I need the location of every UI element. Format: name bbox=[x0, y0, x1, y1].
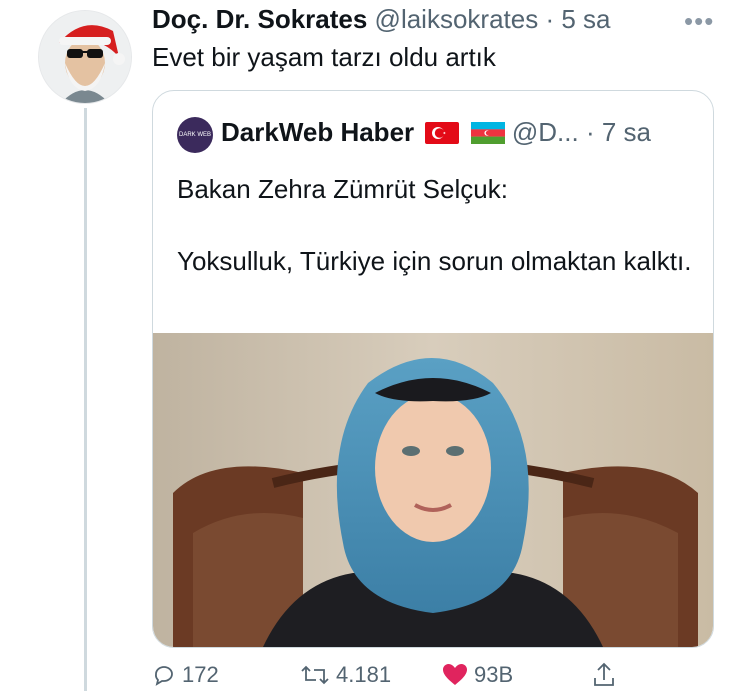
tweet-actions: 172 4.181 93B bbox=[152, 662, 712, 692]
like-count: 93B bbox=[474, 662, 514, 687]
author-avatar[interactable] bbox=[38, 10, 132, 104]
quoted-separator-dot: · bbox=[585, 117, 595, 147]
more-options-icon[interactable]: ••• bbox=[684, 6, 714, 37]
tweet-time[interactable]: 5 sa bbox=[561, 4, 610, 34]
tweet-text: Evet bir yaşam tarzı oldu artık bbox=[152, 42, 496, 72]
reply-icon bbox=[155, 666, 173, 686]
author-handle[interactable]: @laiksokrates bbox=[375, 4, 539, 34]
thread-line bbox=[84, 108, 87, 691]
separator-dot: · bbox=[545, 4, 555, 34]
share-action[interactable] bbox=[592, 662, 616, 688]
retweet-action[interactable]: 4.181 bbox=[300, 662, 391, 688]
quoted-tweet-header: DarkWeb Haber @D... · 7 sa bbox=[221, 117, 651, 148]
share-icon bbox=[594, 662, 614, 686]
santa-sokrates-avatar-icon bbox=[39, 11, 131, 103]
reply-action[interactable]: 172 bbox=[152, 662, 219, 688]
retweet-icon bbox=[301, 665, 329, 685]
like-icon bbox=[443, 664, 467, 685]
turkey-flag-icon bbox=[425, 122, 460, 144]
azerbaijan-flag-icon bbox=[470, 122, 505, 144]
quoted-author-name[interactable]: DarkWeb Haber bbox=[221, 117, 414, 147]
quoted-tweet-photo[interactable] bbox=[153, 333, 713, 647]
tweet-header: Doç. Dr. Sokrates @laiksokrates · 5 sa bbox=[152, 4, 611, 35]
retweet-count: 4.181 bbox=[336, 662, 392, 687]
quoted-tweet-time[interactable]: 7 sa bbox=[602, 117, 651, 147]
quoted-author-handle[interactable]: @D... bbox=[512, 117, 579, 147]
author-name[interactable]: Doç. Dr. Sokrates bbox=[152, 4, 367, 34]
quoted-tweet[interactable]: DARK WEB DarkWeb Haber @D... · 7 sa Baka… bbox=[152, 90, 714, 648]
like-action[interactable]: 93B bbox=[442, 662, 513, 688]
quoted-tweet-text: Bakan Zehra Zümrüt Selçuk: Yoksulluk, Tü… bbox=[177, 174, 692, 276]
reply-count: 172 bbox=[182, 662, 219, 687]
quoted-author-avatar[interactable]: DARK WEB bbox=[177, 117, 213, 153]
